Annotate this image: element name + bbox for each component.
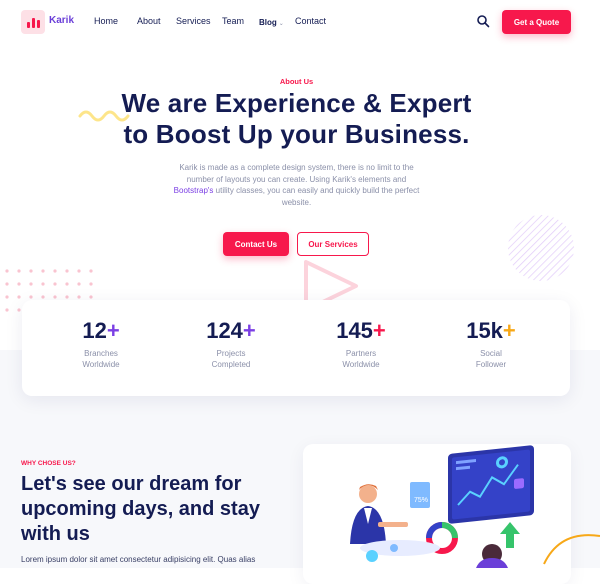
stat-plus: + bbox=[106, 318, 120, 343]
stat-label-line1: Partners bbox=[345, 349, 377, 358]
nav-home[interactable]: Home bbox=[94, 16, 118, 26]
logo-chart-icon[interactable] bbox=[21, 10, 45, 34]
nav-contact[interactable]: Contact bbox=[295, 16, 326, 26]
nav-team[interactable]: Team bbox=[222, 16, 244, 26]
chevron-down-icon: ⌄ bbox=[278, 21, 284, 27]
stat-social: 15k+ Social Follower bbox=[441, 318, 541, 370]
stat-label-line1: Social bbox=[480, 349, 502, 358]
get-a-quote-button[interactable]: Get a Quote bbox=[502, 10, 571, 34]
stat-label-line1: Branches bbox=[84, 349, 118, 358]
stat-projects: 124+ Projects Completed bbox=[181, 318, 281, 370]
hero-description: Karik is made as a complete design syste… bbox=[160, 162, 433, 208]
stat-label-line2: Follower bbox=[475, 360, 507, 369]
hero-desc-line2: number of layouts you can create. Using … bbox=[186, 174, 407, 184]
nav-blog[interactable]: Blog ⌄ bbox=[259, 17, 284, 27]
stat-label-line2: Worldwide bbox=[82, 360, 120, 369]
stat-partners: 145+ Partners Worldwide bbox=[311, 318, 411, 370]
stat-value: 12 bbox=[82, 318, 107, 343]
nav-services[interactable]: Services bbox=[176, 16, 211, 26]
brand-name[interactable]: Karik bbox=[49, 15, 74, 26]
bootstrap-link[interactable]: Bootstrap's bbox=[174, 186, 214, 195]
hero-desc-line3: utility classes, you can easily and quic… bbox=[213, 186, 420, 195]
illustration-badge: 75% bbox=[414, 497, 428, 504]
hero-title-line1: We are Experience & Expert bbox=[121, 88, 472, 118]
hero-eyebrow: About Us bbox=[279, 77, 314, 86]
hero-desc-line4: website. bbox=[281, 197, 312, 207]
stat-plus: + bbox=[242, 318, 256, 343]
stat-plus: + bbox=[502, 318, 516, 343]
search-icon[interactable] bbox=[476, 14, 490, 28]
nav-blog-label: Blog bbox=[259, 18, 277, 27]
business-illustration: 75% bbox=[350, 445, 534, 568]
hero-title-line2: to Boost Up your Business. bbox=[123, 119, 470, 149]
why-text: Lorem ipsum dolor sit amet consectetur a… bbox=[21, 555, 256, 564]
stat-plus: + bbox=[372, 318, 386, 343]
stat-value: 124 bbox=[206, 318, 243, 343]
stat-value: 145 bbox=[336, 318, 373, 343]
why-title-line2: upcoming days, and stay bbox=[21, 498, 260, 520]
orange-curve-decoration bbox=[543, 534, 600, 565]
stat-label-line2: Worldwide bbox=[342, 360, 380, 369]
why-title: Let's see our dream for upcoming days, a… bbox=[21, 472, 296, 547]
why-title-line1: Let's see our dream for bbox=[21, 473, 242, 495]
stat-label-line2: Completed bbox=[211, 360, 251, 369]
why-eyebrow: WHY CHOSE US? bbox=[21, 460, 76, 467]
stat-label-line1: Projects bbox=[216, 349, 246, 358]
why-title-line3: with us bbox=[21, 523, 90, 545]
contact-us-button[interactable]: Contact Us bbox=[223, 232, 289, 256]
nav-about[interactable]: About bbox=[137, 16, 161, 26]
stat-branches: 12+ Branches Worldwide bbox=[51, 318, 151, 370]
stat-value: 15k bbox=[466, 318, 503, 343]
hero-desc-line1: Karik is made as a complete design syste… bbox=[179, 163, 414, 172]
our-services-button[interactable]: Our Services bbox=[297, 232, 369, 256]
striped-circle-decoration bbox=[508, 215, 574, 281]
